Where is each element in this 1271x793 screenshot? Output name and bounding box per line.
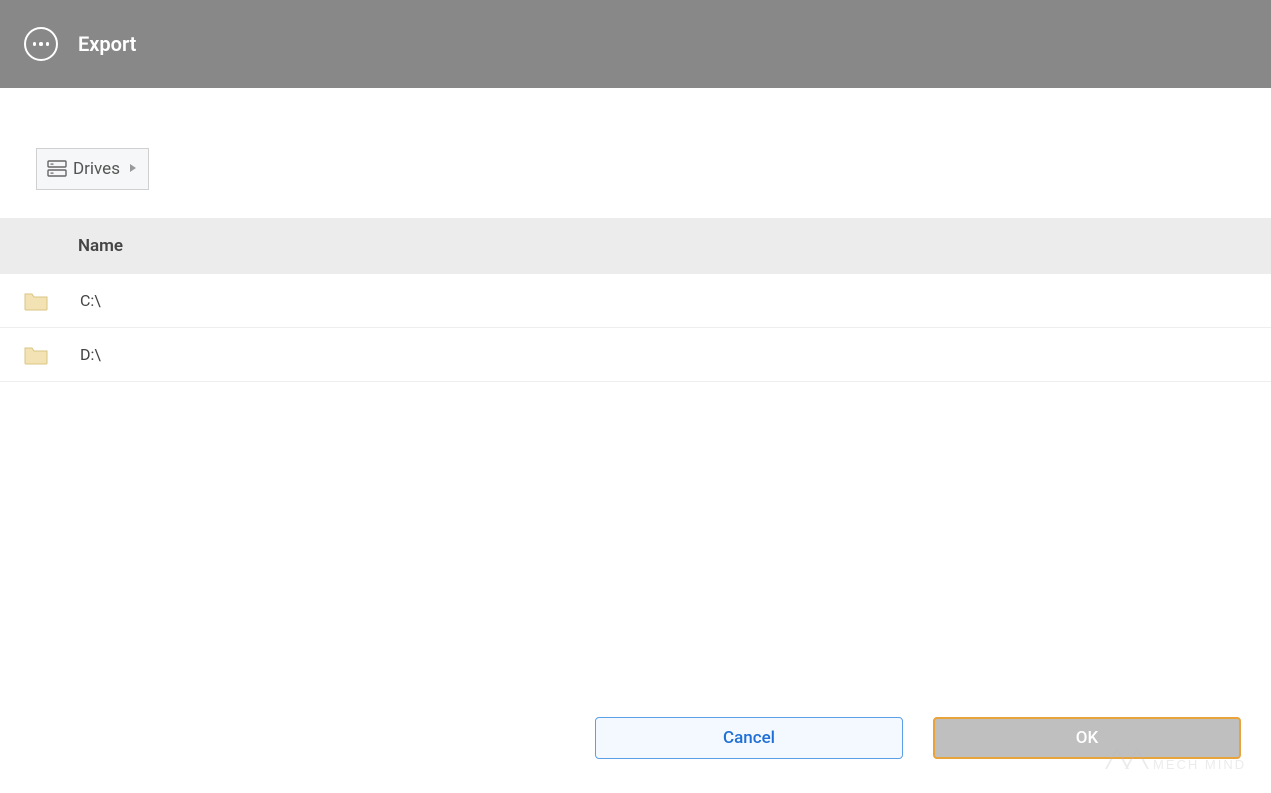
ok-button-label: OK	[1076, 728, 1098, 748]
drive-name: D:\	[80, 345, 101, 364]
dialog-footer: Cancel OK	[0, 717, 1271, 759]
chevron-right-icon	[128, 162, 138, 176]
svg-text:MECH MIND: MECH MIND	[1153, 757, 1246, 772]
column-header-name: Name	[78, 236, 123, 256]
folder-icon	[24, 291, 48, 311]
breadcrumb-toolbar: Drives	[0, 88, 1271, 218]
options-icon[interactable]	[24, 27, 58, 61]
dialog-header: Export	[0, 0, 1271, 88]
dialog-title: Export	[78, 32, 136, 56]
table-header: Name	[0, 218, 1271, 274]
export-dialog: Export Drives Name	[0, 0, 1271, 793]
cancel-button[interactable]: Cancel	[595, 717, 903, 759]
ok-button[interactable]: OK	[933, 717, 1241, 759]
cancel-button-label: Cancel	[723, 728, 775, 748]
breadcrumb-drives[interactable]: Drives	[36, 148, 149, 190]
drives-icon	[47, 160, 67, 178]
folder-icon	[24, 345, 48, 365]
drive-row[interactable]: D:\	[0, 328, 1271, 382]
drive-row[interactable]: C:\	[0, 274, 1271, 328]
drive-name: C:\	[80, 291, 101, 310]
breadcrumb-label: Drives	[73, 159, 120, 179]
